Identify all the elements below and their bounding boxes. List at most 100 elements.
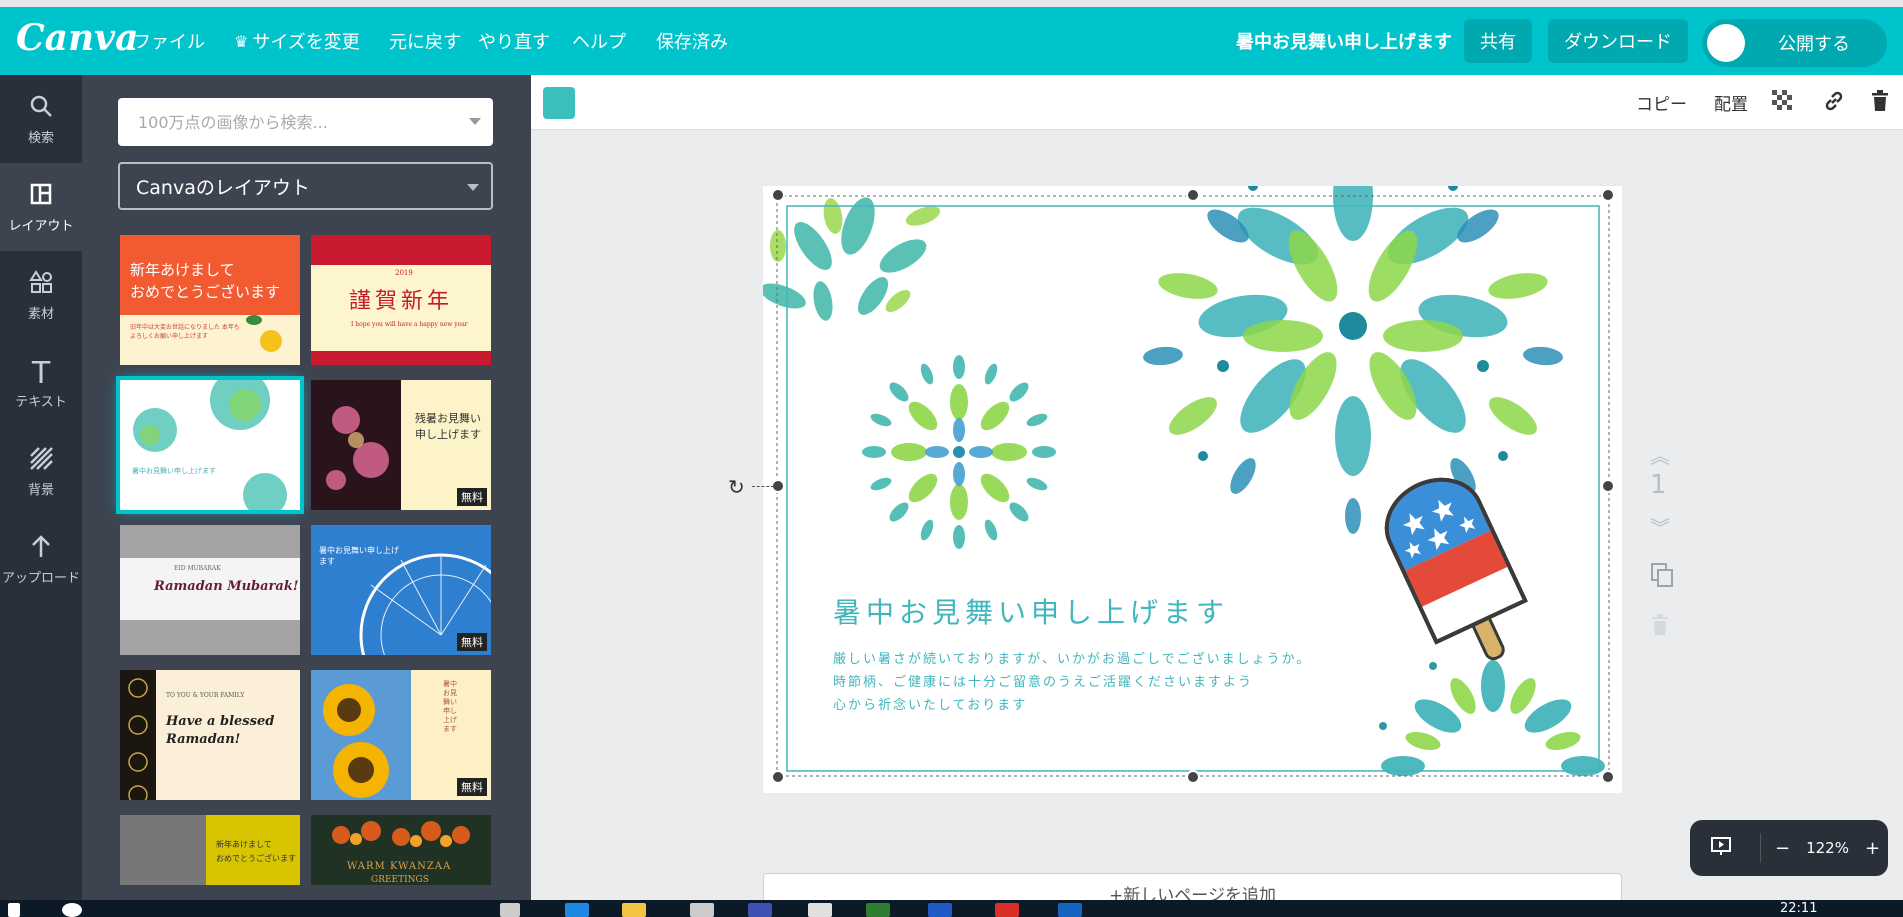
resize-handle-bottom[interactable]	[1186, 770, 1200, 784]
template-text: 2019	[395, 269, 413, 277]
template-text: 残暑お見舞い	[415, 412, 481, 425]
layout-select[interactable]: Canvaのレイアウト	[118, 162, 493, 210]
template-text: WARM KWANZAA	[347, 861, 452, 872]
template-text: おめでとうございます	[216, 854, 296, 863]
arrange-button[interactable]: 配置	[1714, 75, 1748, 130]
toggle-knob	[1707, 24, 1745, 62]
zoom-control: − 122% +	[1690, 820, 1888, 876]
search-input[interactable]	[118, 98, 458, 146]
search-icon	[28, 93, 54, 127]
share-button[interactable]: 共有	[1464, 19, 1532, 63]
resize-handle-top[interactable]	[1186, 188, 1200, 202]
menu-help[interactable]: ヘルプ	[572, 7, 626, 75]
rotate-icon[interactable]: ↻	[728, 475, 745, 499]
rail-label: レイアウト	[8, 218, 74, 234]
transparency-icon[interactable]	[1772, 90, 1792, 116]
delete-page-icon[interactable]	[1650, 614, 1670, 641]
chrome-app-icon[interactable]	[995, 903, 1019, 917]
firework-burst-bottom-right	[1379, 642, 1605, 776]
page-number: 1	[1650, 470, 1667, 500]
top-bar: Canva ファイル ♛ サイズを変更 元に戻す やり直す ヘルプ 保存済み 暑…	[0, 7, 1903, 75]
chevron-up-icon[interactable]: ︽	[1650, 440, 1670, 469]
present-icon[interactable]	[1710, 835, 1732, 861]
card-title[interactable]: 暑中お見舞い申し上げます	[833, 591, 1229, 631]
template-thumbnail[interactable]: 新年あけまして おめでとうございます 旧年中は大変お世話になりました 本年もよろ…	[120, 235, 300, 365]
chevron-down-icon[interactable]: ︾	[1650, 512, 1670, 541]
clock-time[interactable]: 22:11	[1780, 901, 1817, 916]
zoom-level[interactable]: 122%	[1806, 839, 1849, 857]
color-swatch[interactable]	[543, 87, 575, 119]
rail-item-layout[interactable]: レイアウト	[0, 163, 82, 251]
template-text: I hope you will have a happy new year	[351, 321, 468, 328]
link-icon[interactable]	[1823, 90, 1845, 118]
app-icon[interactable]	[748, 903, 772, 917]
rail-label: 背景	[27, 482, 54, 498]
template-thumbnail[interactable]: WARM KWANZAA GREETINGS	[311, 815, 491, 885]
template-thumbnail[interactable]: 暑中お見舞い申し上げます 無料	[311, 525, 491, 655]
copy-button[interactable]: コピー	[1636, 75, 1687, 130]
design-card[interactable]: 暑中お見舞い申し上げます 厳しい暑さが続いておりますが、いかがお過ごしでございま…	[763, 186, 1622, 793]
app-icon[interactable]	[1058, 903, 1082, 917]
cortana-icon[interactable]	[62, 903, 82, 917]
rail-label: 検索	[27, 130, 54, 146]
publish-label: 公開する	[1778, 34, 1850, 55]
task-view-icon[interactable]	[500, 903, 520, 917]
template-thumbnail[interactable]: TO YOU & YOUR FAMILY Have a blessed Rama…	[120, 670, 300, 800]
crown-icon: ♛	[234, 31, 249, 51]
layout-icon	[28, 181, 54, 215]
excel-app-icon[interactable]	[866, 903, 890, 917]
template-text: 新年あけまして	[216, 840, 272, 849]
canva-logo[interactable]: Canva	[16, 17, 138, 59]
free-badge: 無料	[457, 488, 487, 506]
template-thumbnail-selected[interactable]: 暑中お見舞い申し上げます	[116, 376, 304, 514]
windows-start-icon[interactable]	[8, 903, 20, 917]
trash-icon[interactable]	[1870, 90, 1890, 118]
resize-handle-top-left[interactable]	[771, 188, 785, 202]
template-thumbnail[interactable]: EID MUBARAK Ramadan Mubarak!	[120, 525, 300, 655]
rail-item-text[interactable]: T テキスト	[0, 339, 82, 427]
download-button[interactable]: ダウンロード	[1548, 19, 1688, 63]
edge-app-icon[interactable]	[565, 903, 589, 917]
rail-item-background[interactable]: 背景	[0, 427, 82, 515]
template-thumbnail[interactable]: 新年あけまして おめでとうございます	[120, 815, 300, 885]
chevron-down-icon[interactable]	[469, 118, 481, 125]
zoom-in-button[interactable]: +	[1865, 838, 1880, 859]
file-explorer-icon[interactable]	[622, 903, 646, 917]
menu-resize[interactable]: ♛ サイズを変更	[234, 7, 360, 75]
word-app-icon[interactable]	[928, 903, 952, 917]
zoom-out-button[interactable]: −	[1775, 838, 1790, 859]
template-text: Have a blessed	[166, 714, 275, 729]
menu-file[interactable]: ファイル	[133, 7, 205, 75]
menu-undo[interactable]: 元に戻す	[389, 7, 461, 75]
menu-resize-label: サイズを変更	[252, 32, 360, 53]
firework-burst-large	[1143, 186, 1563, 534]
card-body[interactable]: 厳しい暑さが続いておりますが、いかがお過ごしでございましょうか。 時節柄、ご健康…	[833, 648, 1311, 717]
text-icon: T	[31, 355, 51, 391]
resize-handle-right[interactable]	[1601, 479, 1615, 493]
app-icon[interactable]	[690, 903, 714, 917]
template-thumbnail[interactable]: 暑中お見舞い申し上げます 無料	[311, 670, 491, 800]
template-text: TO YOU & YOUR FAMILY	[166, 692, 245, 699]
resize-handle-bottom-left[interactable]	[771, 770, 785, 784]
resize-handle-bottom-right[interactable]	[1601, 770, 1615, 784]
document-title[interactable]: 暑中お見舞い申し上げます	[1236, 7, 1452, 75]
window-top-strip	[0, 0, 1903, 7]
rail-item-search[interactable]: 検索	[0, 75, 82, 163]
app-icon[interactable]	[808, 903, 832, 917]
upload-icon	[28, 533, 54, 567]
resize-handle-top-right[interactable]	[1601, 188, 1615, 202]
publish-toggle[interactable]: 公開する	[1702, 19, 1887, 67]
rail-label: アップロード	[1, 570, 80, 586]
template-thumbnail[interactable]: 2019 謹賀新年 I hope you will have a happy n…	[311, 235, 491, 365]
menu-redo[interactable]: やり直す	[478, 7, 550, 75]
template-thumbnail[interactable]: 残暑お見舞い 申し上げます 無料	[311, 380, 491, 510]
template-text: 旧年中は大変お世話になりました 本年もよろしくお願い申し上げます	[130, 324, 240, 340]
rail-item-upload[interactable]: アップロード	[0, 515, 82, 603]
rail-item-elements[interactable]: 素材	[0, 251, 82, 339]
template-text: 新年あけまして	[130, 261, 235, 279]
rail-label: 素材	[27, 306, 54, 322]
free-badge: 無料	[457, 633, 487, 651]
card-body-line: 時節柄、ご健康には十分ご留意のうえご活躍くださいますよう	[833, 675, 1254, 690]
rotate-connector	[752, 486, 774, 487]
duplicate-page-icon[interactable]	[1650, 562, 1674, 593]
